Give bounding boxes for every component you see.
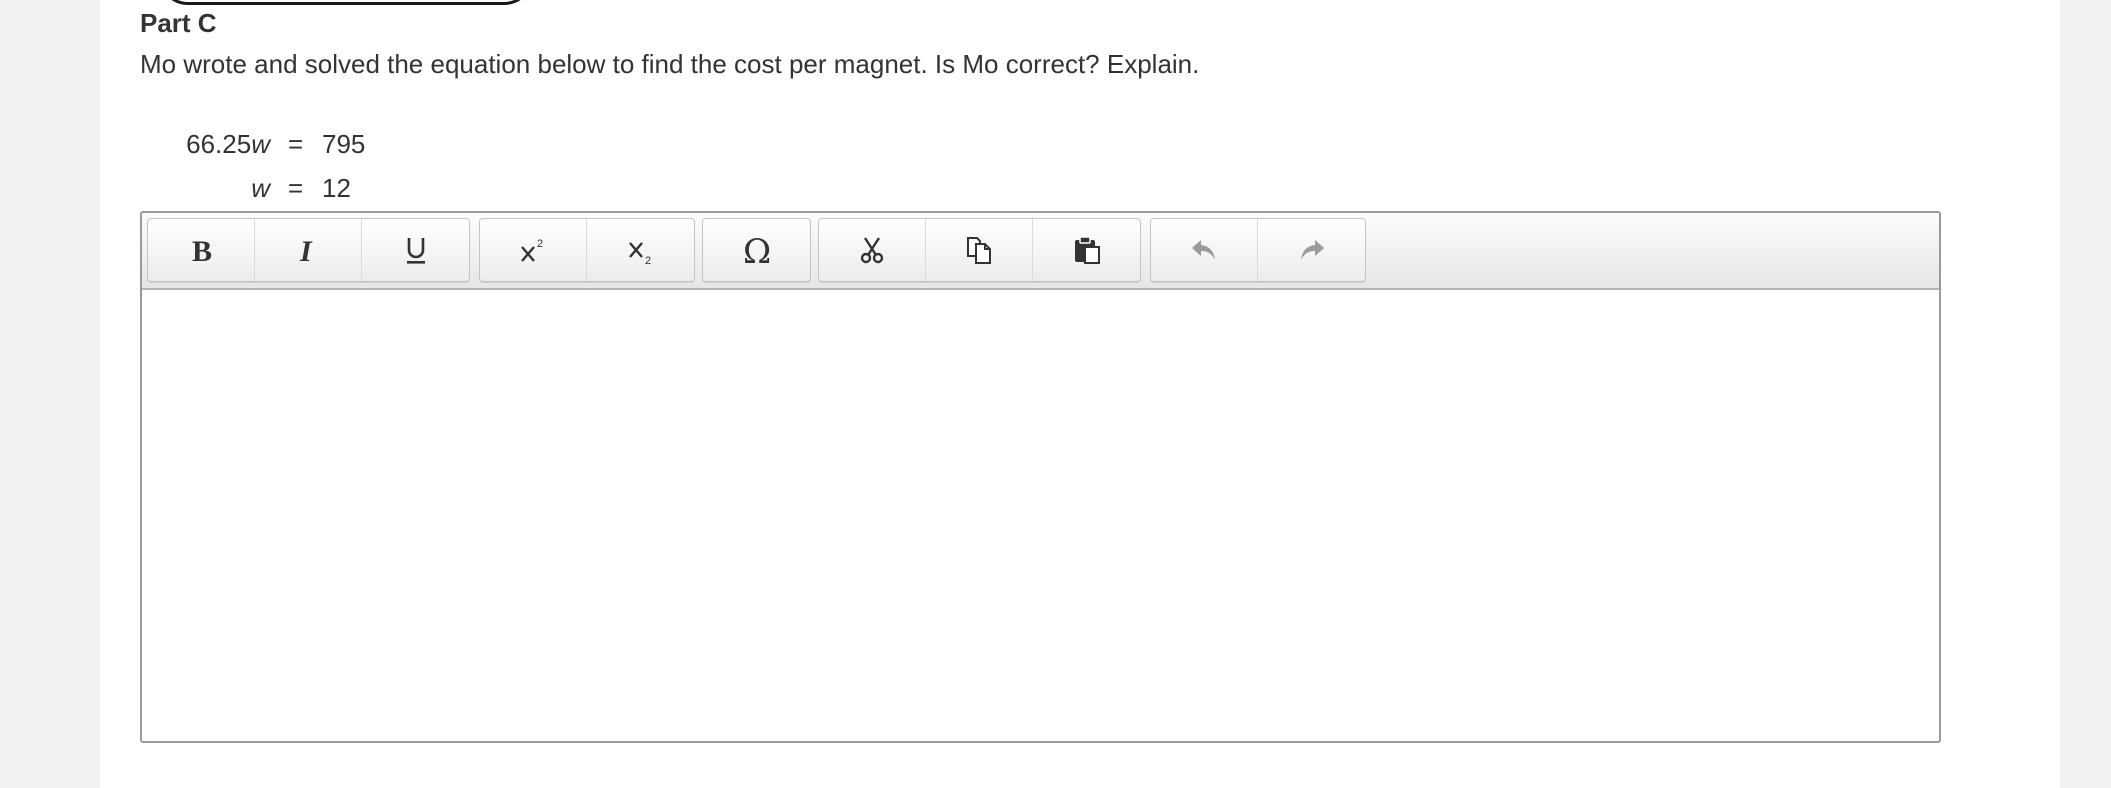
undo-button[interactable] xyxy=(1151,219,1258,281)
paste-button[interactable] xyxy=(1033,219,1140,281)
equation-line-1: 66.25w = 795 xyxy=(140,129,540,163)
question-text: Mo wrote and solved the equation below t… xyxy=(140,49,1200,79)
previous-section-tab xyxy=(158,0,534,5)
italic-button[interactable]: I xyxy=(255,219,362,281)
superscript-icon: 2 xyxy=(521,238,543,262)
copy-icon xyxy=(967,237,991,264)
equation-line-2: w = 12 xyxy=(140,173,540,207)
special-character-button[interactable]: Ω xyxy=(703,219,810,281)
script-button-group: 2 2 xyxy=(479,218,695,282)
underline-icon xyxy=(406,238,425,264)
bold-icon: B xyxy=(192,235,212,265)
subscript-button[interactable]: 2 xyxy=(587,219,694,281)
equation-equals: = xyxy=(288,173,304,203)
equation-lhs: w xyxy=(251,173,270,203)
editor-toolbar: B I 2 2 Ω xyxy=(142,213,1939,290)
svg-text:2: 2 xyxy=(645,255,651,265)
format-button-group: B I xyxy=(147,218,470,282)
italic-icon: I xyxy=(299,235,313,265)
scissors-icon xyxy=(860,237,884,264)
bold-button[interactable]: B xyxy=(148,219,255,281)
editor-text-area[interactable] xyxy=(142,290,1939,739)
subscript-icon: 2 xyxy=(628,242,651,265)
copy-button[interactable] xyxy=(926,219,1033,281)
paste-icon xyxy=(1074,236,1100,264)
svg-text:B: B xyxy=(192,235,212,265)
rich-text-editor: B I 2 2 Ω xyxy=(140,211,1941,743)
cut-button[interactable] xyxy=(819,219,926,281)
underline-button[interactable] xyxy=(362,219,469,281)
superscript-button[interactable]: 2 xyxy=(480,219,587,281)
redo-icon xyxy=(1300,240,1324,260)
equation-equals: = xyxy=(288,129,304,159)
equation-lhs: 66.25w xyxy=(186,129,270,159)
undo-icon xyxy=(1192,240,1215,260)
clipboard-button-group xyxy=(818,218,1141,282)
redo-button[interactable] xyxy=(1258,219,1365,281)
special-char-button-group: Ω xyxy=(702,218,811,282)
history-button-group xyxy=(1150,218,1366,282)
omega-icon: Ω xyxy=(743,233,771,267)
question-page: Part C Mo wrote and solved the equation … xyxy=(100,0,2060,788)
equation-rhs: 12 xyxy=(322,173,351,203)
svg-text:I: I xyxy=(299,235,313,265)
part-title: Part C xyxy=(140,8,217,38)
svg-text:Ω: Ω xyxy=(743,233,771,267)
svg-text:2: 2 xyxy=(537,238,543,250)
equation-rhs: 795 xyxy=(322,129,366,159)
